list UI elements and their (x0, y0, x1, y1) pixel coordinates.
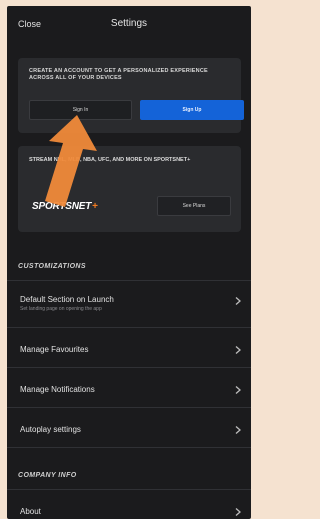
row-manage-favourites[interactable]: Manage Favourites (7, 328, 251, 366)
account-promo-text: CREATE AN ACCOUNT TO GET A PERSONALIZED … (29, 68, 208, 81)
row-label: About (20, 507, 41, 516)
chevron-right-icon (235, 346, 241, 354)
row-manage-notifications[interactable]: Manage Notifications (7, 368, 251, 406)
sportsnet-logo: SPORTSNET+ (32, 201, 98, 212)
row-label: Manage Notifications (20, 385, 95, 394)
company-info-header: COMPANY INFO (18, 472, 77, 479)
row-about[interactable]: About (7, 490, 251, 519)
row-sublabel: Set landing page on opening the app (20, 306, 102, 312)
chevron-right-icon (235, 426, 241, 434)
row-autoplay-settings[interactable]: Autoplay settings (7, 408, 251, 446)
divider (7, 447, 251, 448)
settings-screen: Close Settings CREATE AN ACCOUNT TO GET … (7, 6, 251, 519)
account-card: CREATE AN ACCOUNT TO GET A PERSONALIZED … (18, 58, 244, 133)
chevron-right-icon (235, 386, 241, 394)
row-label: Manage Favourites (20, 345, 89, 354)
sign-up-button[interactable]: Sign Up (140, 100, 244, 120)
row-label: Autoplay settings (20, 425, 81, 434)
page-title: Settings (110, 18, 148, 29)
row-label: Default Section on Launch (20, 295, 114, 304)
customizations-header: CUSTOMIZATIONS (18, 263, 86, 270)
chevron-right-icon (235, 508, 241, 516)
chevron-right-icon (235, 297, 241, 305)
logo-plus: + (92, 201, 98, 212)
top-bar: Close Settings (7, 6, 251, 40)
sign-in-button[interactable]: Sign In (29, 100, 132, 120)
logo-text: SPORTSNET (32, 201, 92, 212)
promo-headline: STREAM NHL, MLB, NBA, UFC, AND MORE ON S… (29, 157, 191, 163)
see-plans-button[interactable]: See Plans (157, 196, 231, 216)
sportsnet-promo-card: STREAM NHL, MLB, NBA, UFC, AND MORE ON S… (18, 146, 241, 232)
row-default-section[interactable]: Default Section on Launch Set landing pa… (7, 281, 251, 319)
